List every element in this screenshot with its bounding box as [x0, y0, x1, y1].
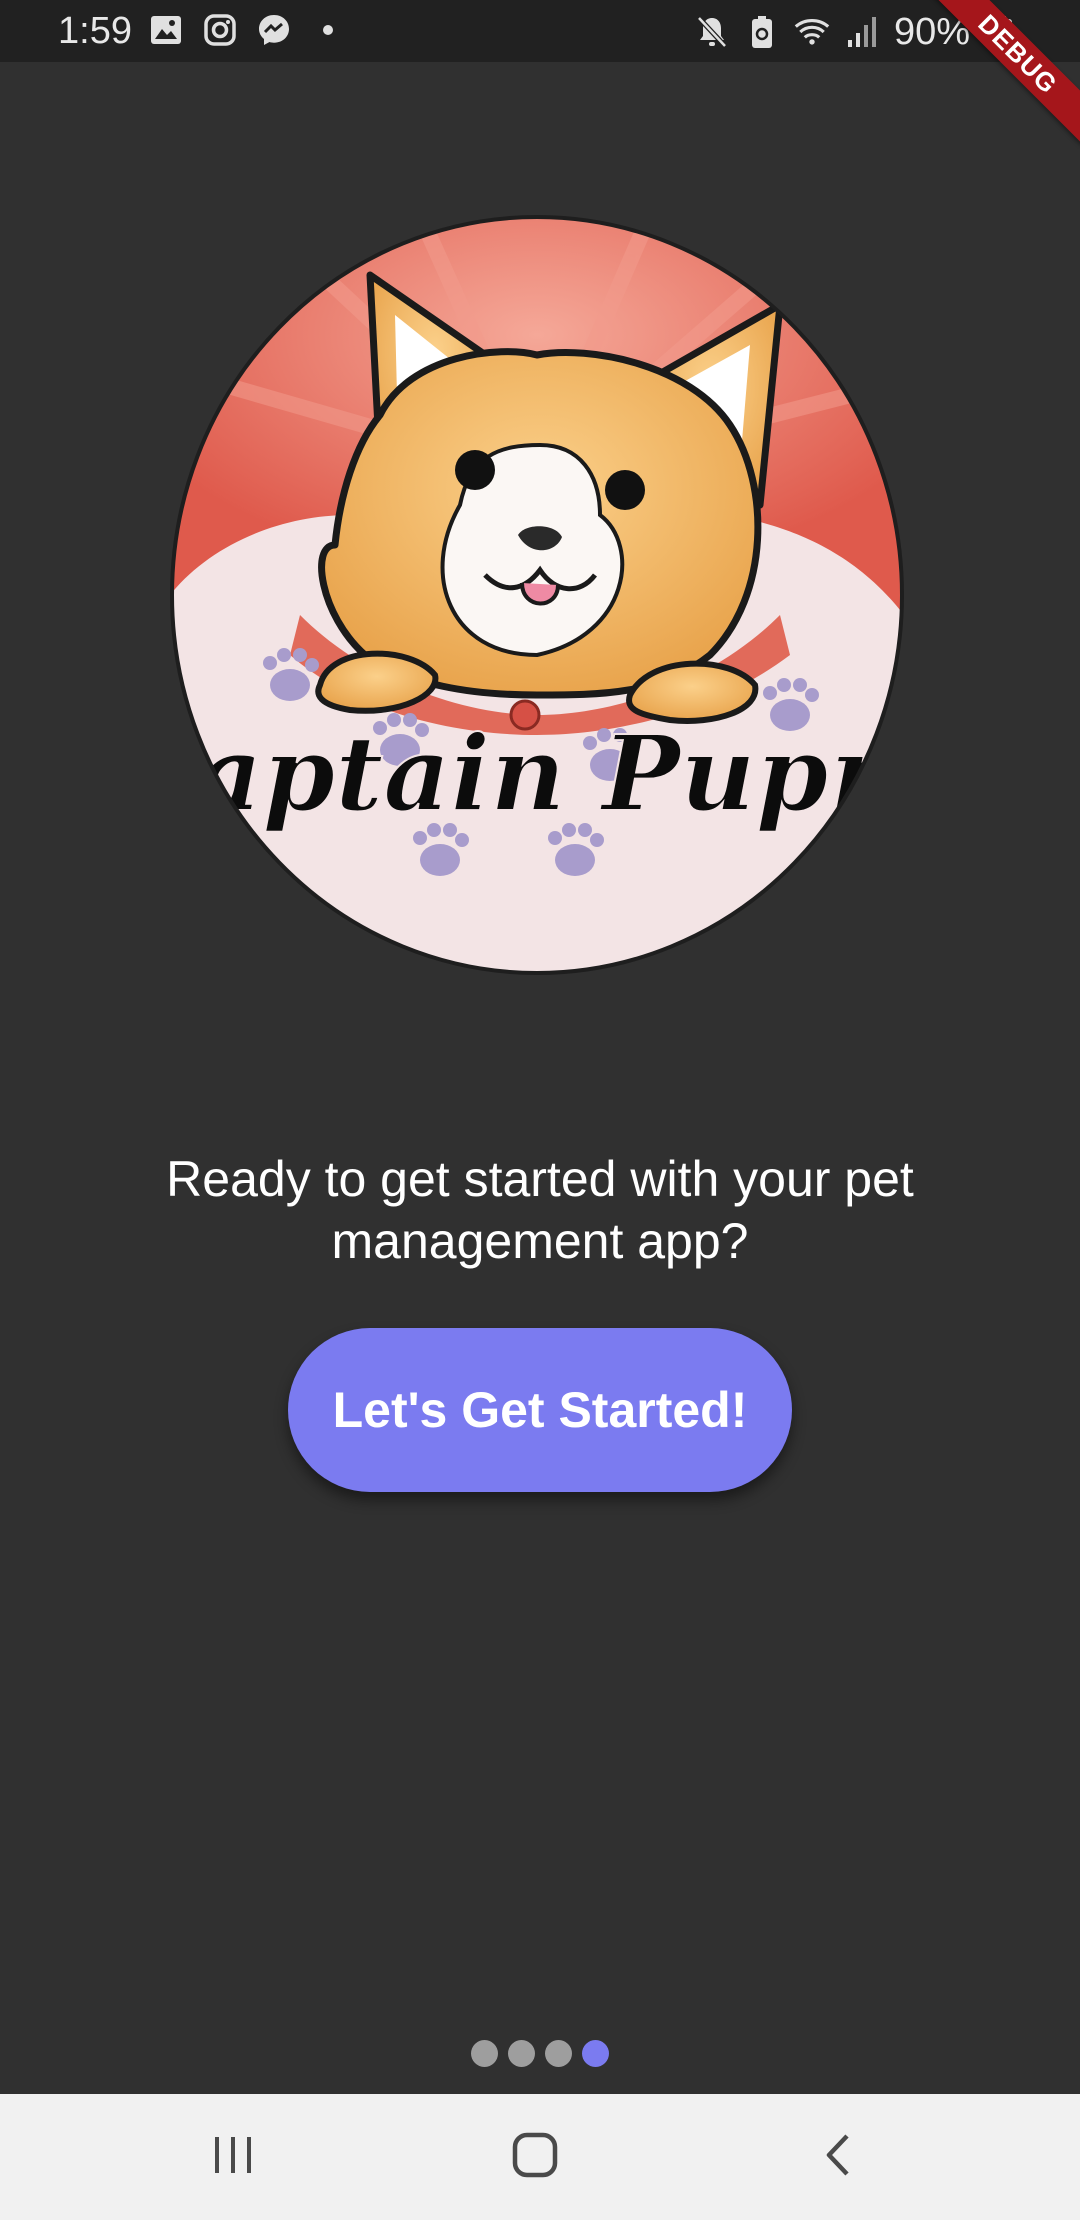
- wifi-icon: [794, 14, 830, 50]
- home-icon: [512, 2132, 558, 2183]
- page-dot-1[interactable]: [471, 2040, 498, 2067]
- page-dot-4-active[interactable]: [582, 2040, 609, 2067]
- notification-icons: [148, 12, 346, 48]
- signal-icon: [844, 14, 880, 50]
- recents-button[interactable]: [193, 2122, 273, 2192]
- image-icon: [148, 12, 184, 48]
- back-icon: [823, 2132, 853, 2183]
- battery-icon: [984, 14, 1020, 50]
- instagram-icon: [202, 12, 238, 48]
- page-indicator: [0, 2040, 1080, 2067]
- logo-text: Captain Puppy: [170, 712, 904, 835]
- battery-saver-icon: [744, 14, 780, 50]
- status-bar: 1:59 90%: [0, 0, 1080, 62]
- onboarding-prompt: Ready to get started with your pet manag…: [166, 1151, 914, 1269]
- back-button[interactable]: [798, 2122, 878, 2192]
- get-started-button[interactable]: Let's Get Started!: [288, 1328, 792, 1492]
- battery-percent: 90%: [893, 11, 970, 53]
- home-button[interactable]: [495, 2122, 575, 2192]
- page-dot-2[interactable]: [508, 2040, 535, 2067]
- system-nav-bar: [0, 2094, 1080, 2220]
- dot-icon: [310, 12, 346, 48]
- captain-puppy-logo: Captain Puppy: [170, 215, 904, 975]
- system-icons: 90%: [694, 10, 1020, 54]
- page-dot-3[interactable]: [545, 2040, 572, 2067]
- mute-icon: [694, 14, 730, 50]
- status-time: 1:59: [58, 10, 132, 52]
- recents-icon: [211, 2135, 255, 2180]
- messenger-icon: [256, 12, 292, 48]
